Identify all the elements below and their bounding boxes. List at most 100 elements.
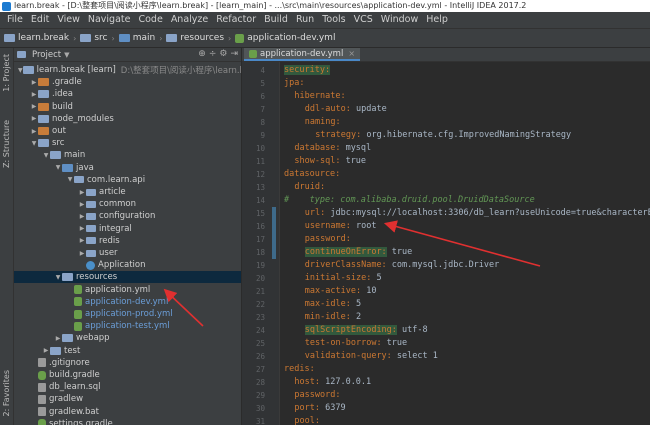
chevron-right-icon[interactable]: ▶ — [78, 189, 86, 196]
tree-item[interactable]: ▶ node_modules — [14, 113, 241, 125]
yml-icon — [74, 297, 82, 307]
breadcrumb-label: resources — [180, 33, 225, 43]
tree-item[interactable]: ▶ webapp — [14, 332, 241, 344]
chevron-right-icon[interactable]: ▶ — [42, 347, 50, 354]
chevron-right-icon[interactable]: ▶ — [54, 335, 62, 342]
menu-item-vcs[interactable]: VCS — [350, 12, 377, 28]
tree-item[interactable]: Application — [14, 259, 241, 271]
chevron-right-icon[interactable]: ▶ — [30, 91, 38, 98]
tree-item[interactable]: ▶ common — [14, 198, 241, 210]
tree-item-label: common — [99, 199, 137, 210]
tree-item[interactable]: ▶ user — [14, 247, 241, 259]
tree-item[interactable]: ▶ test — [14, 345, 241, 357]
chevron-right-icon[interactable]: ▶ — [78, 237, 86, 244]
yaml-value: true — [340, 156, 367, 166]
line-number: 15 — [255, 209, 265, 218]
menu-item-view[interactable]: View — [53, 12, 84, 28]
tree-item[interactable]: build.gradle — [14, 369, 241, 381]
structure-tool-tab[interactable]: Z: Structure — [2, 120, 11, 168]
tree-item-label: node_modules — [52, 113, 114, 124]
tree-item[interactable]: ▶ redis — [14, 235, 241, 247]
package-icon — [86, 249, 96, 257]
menu-item-edit[interactable]: Edit — [27, 12, 53, 28]
breadcrumb-item[interactable]: src — [80, 33, 107, 43]
tree-item[interactable]: ▶ .gradle — [14, 76, 241, 88]
menu-item-file[interactable]: File — [3, 12, 27, 28]
menu-item-refactor[interactable]: Refactor — [212, 12, 260, 28]
tree-item[interactable]: ▶ out — [14, 125, 241, 137]
tree-item-label: main — [64, 150, 86, 161]
yaml-key: continueOnError: — [304, 247, 387, 257]
yaml-value: com.mysql.jdbc.Driver — [386, 260, 500, 270]
menu-item-window[interactable]: Window — [377, 12, 422, 28]
menu-item-code[interactable]: Code — [134, 12, 166, 28]
code-line: jpa: — [284, 77, 304, 90]
favorites-tool-tab[interactable]: 2: Favorites — [2, 370, 11, 416]
tree-item[interactable]: ▼ resources — [14, 271, 241, 284]
chevron-down-icon[interactable]: ▼ — [64, 51, 69, 59]
tree-item[interactable]: ▶ article — [14, 186, 241, 198]
tree-item[interactable]: settings.gradle — [14, 418, 241, 425]
menu-item-analyze[interactable]: Analyze — [167, 12, 212, 28]
tab-application-dev-yml[interactable]: application-dev.yml × — [244, 48, 361, 61]
chevron-down-icon[interactable]: ▼ — [42, 152, 50, 159]
chevron-right-icon[interactable]: ▶ — [30, 128, 38, 135]
chevron-down-icon[interactable]: ▼ — [54, 164, 62, 171]
tree-item-label: build — [52, 101, 73, 112]
file-icon — [38, 394, 46, 404]
tree-item[interactable]: application-test.yml — [14, 320, 241, 332]
gear-icon[interactable]: ⚙ — [219, 49, 227, 59]
chevron-right-icon[interactable]: ▶ — [78, 201, 86, 208]
tree-item[interactable]: application.yml — [14, 284, 241, 296]
breadcrumb-item[interactable]: application-dev.yml — [235, 33, 335, 43]
menu-item-navigate[interactable]: Navigate — [84, 12, 135, 28]
tree-item[interactable]: db_learn.sql — [14, 381, 241, 393]
tree-item[interactable]: .gitignore — [14, 357, 241, 369]
breadcrumb-item[interactable]: main — [118, 33, 155, 43]
tree-item[interactable]: application-dev.yml — [14, 296, 241, 308]
chevron-right-icon[interactable]: ▶ — [30, 79, 38, 86]
chevron-down-icon[interactable]: ▼ — [18, 67, 23, 74]
chevron-right-icon[interactable]: ▶ — [30, 115, 38, 122]
tree-item[interactable]: ▶ build — [14, 101, 241, 113]
tree-item[interactable]: ▶ configuration — [14, 210, 241, 222]
scroll-from-source-icon[interactable]: ÷ — [209, 49, 217, 59]
tree-item[interactable]: ▼ com.learn.api — [14, 174, 241, 186]
tree-item[interactable]: gradlew — [14, 393, 241, 405]
close-icon[interactable]: × — [348, 49, 355, 58]
tree-item[interactable]: ▶ .idea — [14, 88, 241, 100]
breadcrumb-item[interactable]: resources — [166, 33, 224, 43]
chevron-down-icon[interactable]: ▼ — [54, 274, 62, 281]
project-panel-title[interactable]: Project — [32, 50, 61, 60]
chevron-down-icon[interactable]: ▼ — [30, 140, 38, 147]
tree-item[interactable]: ▼ src — [14, 137, 241, 149]
tree-item-label: learn.break [learn] — [36, 65, 116, 75]
yaml-key: min-idle: — [304, 312, 351, 322]
menu-item-tools[interactable]: Tools — [318, 12, 349, 28]
tree-item-path: D:\整套项目\阅读小程序\learn.break — [120, 66, 241, 76]
line-number: 13 — [255, 183, 265, 192]
sync-icon[interactable]: ⊕ — [198, 49, 206, 59]
yaml-value: org.hibernate.cfg.ImprovedNamingStrategy — [361, 130, 572, 140]
tree-item-label: com.learn.api — [87, 174, 146, 185]
menu-item-help[interactable]: Help — [422, 12, 452, 28]
menu-item-build[interactable]: Build — [260, 12, 292, 28]
line-number: 29 — [255, 391, 265, 400]
hide-panel-icon[interactable]: ⇥ — [230, 49, 238, 59]
tree-item[interactable]: application-prod.yml — [14, 308, 241, 320]
chevron-right-icon[interactable]: ▶ — [78, 250, 86, 257]
project-tool-tab[interactable]: 1: Project — [2, 54, 11, 92]
tree-item[interactable]: ▼ learn.break [learn] D:\整套项目\阅读小程序\learn.… — [14, 64, 241, 76]
breadcrumb-item[interactable]: learn.break — [4, 33, 69, 43]
chevron-right-icon[interactable]: ▶ — [78, 213, 86, 220]
tree-item[interactable]: ▶ integral — [14, 223, 241, 235]
menu-item-run[interactable]: Run — [292, 12, 318, 28]
chevron-down-icon[interactable]: ▼ — [66, 176, 74, 183]
chevron-right-icon[interactable]: ▶ — [30, 103, 38, 110]
yml-icon — [235, 33, 245, 43]
tree-item-label: .gradle — [52, 77, 82, 88]
tree-item[interactable]: gradlew.bat — [14, 406, 241, 418]
chevron-right-icon[interactable]: ▶ — [78, 225, 86, 232]
tree-item[interactable]: ▼ main — [14, 149, 241, 161]
tree-item[interactable]: ▼ java — [14, 162, 241, 174]
